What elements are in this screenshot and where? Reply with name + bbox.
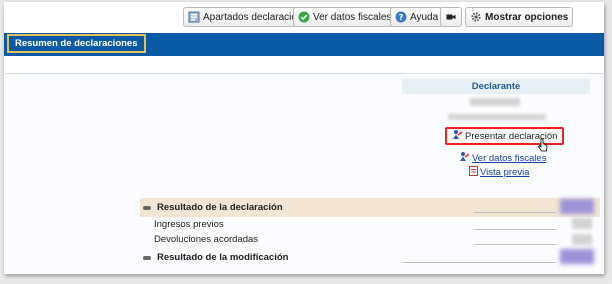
redacted-amount xyxy=(560,199,594,214)
declarante-heading: Declarante xyxy=(402,79,590,94)
tab-resumen-declaraciones[interactable]: Resumen de declaraciones xyxy=(7,34,146,53)
ver-datos-fiscales-link-label: Ver datos fiscales xyxy=(472,152,547,164)
resultado-declaracion-title: Resultado de la declaración xyxy=(157,202,283,213)
toolbar: Apartados declaración Ver datos fiscales… xyxy=(4,2,604,32)
collapse-toggle-icon[interactable] xyxy=(143,256,151,260)
video-button[interactable] xyxy=(440,7,462,27)
pdf-icon xyxy=(469,166,478,179)
redacted-nif xyxy=(448,114,546,120)
value-underline xyxy=(474,212,556,213)
vista-previa-link[interactable]: Vista previa xyxy=(469,166,529,179)
vista-previa-label: Vista previa xyxy=(480,167,530,178)
help-icon: ? xyxy=(395,11,407,23)
person-icon xyxy=(459,151,470,165)
ver-datos-fiscales-link[interactable]: Ver datos fiscales xyxy=(459,151,546,165)
mouse-cursor-icon xyxy=(537,138,548,152)
redacted-amount xyxy=(572,234,592,245)
collapse-toggle-icon[interactable] xyxy=(143,206,151,210)
ingresos-previos-label: Ingresos previos xyxy=(154,219,224,230)
redacted-amount xyxy=(572,218,592,229)
ayuda-label: Ayuda xyxy=(410,11,439,23)
value-underline xyxy=(402,262,556,263)
value-underline xyxy=(474,244,556,245)
application-window: Apartados declaración Ver datos fiscales… xyxy=(4,2,604,274)
options-gear-icon xyxy=(470,11,482,23)
value-underline xyxy=(474,229,556,230)
apartados-declaracion-button[interactable]: Apartados declaración xyxy=(183,7,308,27)
ver-datos-fiscales-button[interactable]: Ver datos fiscales xyxy=(293,7,397,27)
resultado-modificacion-title: Resultado de la modificación xyxy=(157,252,289,263)
document-list-icon xyxy=(188,11,200,23)
mostrar-opciones-button[interactable]: Mostrar opciones xyxy=(465,7,574,27)
devoluciones-acordadas-label: Devoluciones acordadas xyxy=(154,234,259,245)
svg-text:?: ? xyxy=(399,13,404,22)
ayuda-button[interactable]: ? Ayuda xyxy=(390,7,444,27)
submit-person-icon xyxy=(452,129,463,143)
redacted-amount xyxy=(560,249,594,264)
redacted-name xyxy=(470,98,520,106)
mostrar-opciones-label: Mostrar opciones xyxy=(485,11,569,23)
video-camera-icon xyxy=(445,11,457,23)
ver-datos-fiscales-label: Ver datos fiscales xyxy=(313,11,392,23)
green-check-icon xyxy=(298,11,310,23)
apartados-declaracion-label: Apartados declaración xyxy=(203,11,303,23)
